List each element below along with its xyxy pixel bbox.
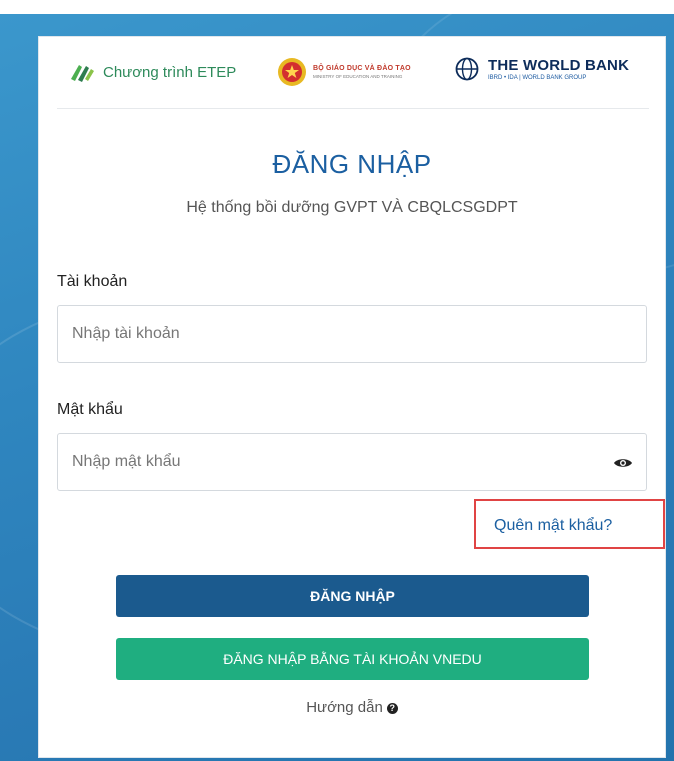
moet-logo: BỘ GIÁO DỤC VÀ ĐÀO TẠO MINISTRY OF EDUCA… <box>277 57 411 87</box>
question-circle-icon[interactable]: ? <box>386 702 398 714</box>
worldbank-logo: THE WORLD BANK IBRD • IDA | WORLD BANK G… <box>455 57 629 81</box>
page-subtitle: Hệ thống bồi dưỡng GVPT VÀ CBQLCSGDPT <box>186 199 518 216</box>
top-strip <box>0 0 674 14</box>
worldbank-logo-subtitle: IBRD • IDA | WORLD BANK GROUP <box>488 75 587 81</box>
login-card: Chương trình ETEP BỘ GIÁO DỤC VÀ ĐÀO TẠO… <box>38 36 666 758</box>
account-input[interactable] <box>57 305 647 363</box>
password-label: Mật khẩu <box>57 401 123 418</box>
moet-emblem-icon <box>278 58 306 86</box>
guide-link-row: Hướng dẫn? <box>39 699 665 716</box>
partner-logos: Chương trình ETEP BỘ GIÁO DỤC VÀ ĐÀO TẠO… <box>39 37 665 109</box>
globe-icon <box>455 57 479 81</box>
worldbank-logo-title: THE WORLD BANK <box>488 57 630 74</box>
moet-logo-subtitle: MINISTRY OF EDUCATION AND TRAINING <box>313 74 403 79</box>
account-label: Tài khoản <box>57 273 128 290</box>
show-password-eye-icon[interactable] <box>613 456 633 470</box>
etep-leaf-icon <box>71 65 94 82</box>
forgot-password-link[interactable]: Quên mật khẩu? <box>494 517 612 535</box>
header-divider <box>57 108 649 109</box>
moet-logo-title: BỘ GIÁO DỤC VÀ ĐÀO TẠO <box>313 65 411 72</box>
vnedu-login-button[interactable]: ĐĂNG NHẬP BẰNG TÀI KHOẢN VNEDU <box>116 638 589 680</box>
password-input[interactable] <box>57 433 647 491</box>
etep-logo: Chương trình ETEP <box>69 61 236 83</box>
page-title: ĐĂNG NHẬP <box>272 149 432 179</box>
etep-logo-text: Chương trình ETEP <box>103 63 237 81</box>
guide-link[interactable]: Hướng dẫn <box>306 699 383 716</box>
login-button[interactable]: ĐĂNG NHẬP <box>116 575 589 617</box>
